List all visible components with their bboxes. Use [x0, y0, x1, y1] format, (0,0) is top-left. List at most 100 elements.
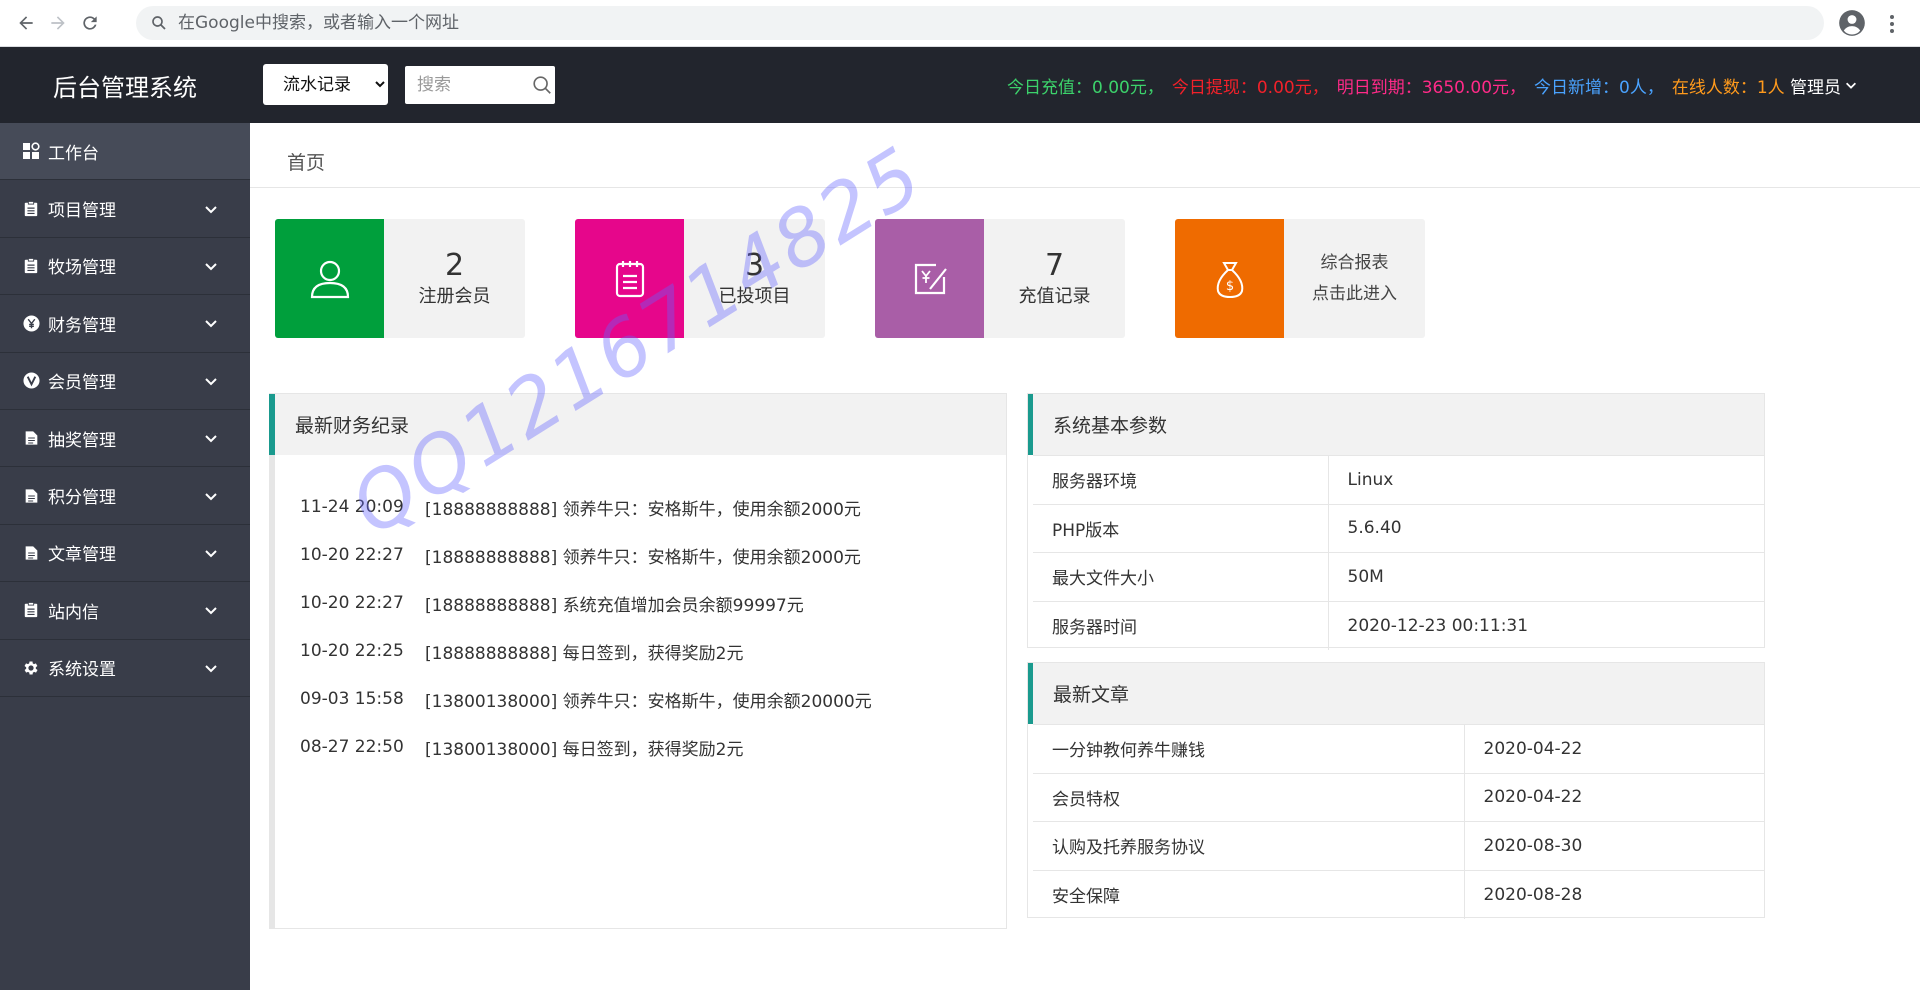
- card-icon-box: $: [1175, 219, 1284, 338]
- back-button[interactable]: [11, 8, 41, 38]
- record-text: [18888888888] 领养牛只：安格斯牛，使用余额2000元: [425, 499, 861, 520]
- article-title[interactable]: 认购及托养服务协议: [1033, 821, 1464, 870]
- article-title[interactable]: 一分钟教何养牛赚钱: [1033, 724, 1464, 773]
- record-date: 09-03 15:58: [300, 689, 404, 709]
- card-icon-box: [875, 219, 984, 338]
- card-title: 综合报表: [1320, 252, 1389, 273]
- table-row: 最大文件大小 50M: [1033, 552, 1764, 601]
- sidebar-item-label: 会员管理: [48, 373, 116, 394]
- search-icon: [152, 16, 166, 30]
- sidebar-item-articles[interactable]: 文章管理: [0, 525, 250, 583]
- chevron-down-icon: [1846, 82, 1856, 89]
- chevron-down-icon: [205, 550, 217, 558]
- chevron-down-icon: [205, 263, 217, 271]
- panel-title: 最新财务纪录: [269, 394, 1006, 455]
- card-registered-members[interactable]: 2 注册会员: [275, 219, 525, 338]
- record-text: [13800138000] 每日签到，获得奖励2元: [425, 739, 744, 760]
- clipboard-icon: [22, 257, 40, 275]
- system-params-table: 服务器环境 Linux PHP版本 5.6.40 最大文件大小 50M 服务器时间 20…: [1033, 455, 1764, 650]
- breadcrumb-home[interactable]: 首页: [287, 148, 325, 175]
- sidebar-item-finance[interactable]: 财务管理: [0, 295, 250, 353]
- recharge-icon: [914, 263, 947, 294]
- chevron-down-icon: [205, 378, 217, 386]
- record-type-select[interactable]: 流水记录: [263, 64, 388, 105]
- table-row[interactable]: 认购及托养服务协议 2020-08-30: [1033, 821, 1764, 870]
- table-row: 服务器环境 Linux: [1033, 455, 1764, 504]
- panel-title: 最新文章: [1028, 663, 1764, 724]
- article-title[interactable]: 安全保障: [1033, 869, 1464, 919]
- record-date: 10-20 22:27: [300, 593, 404, 613]
- document-icon: [22, 487, 40, 505]
- article-title[interactable]: 会员特权: [1033, 772, 1464, 822]
- sidebar-item-label: 项目管理: [48, 201, 116, 222]
- address-bar[interactable]: [136, 6, 1824, 40]
- table-row[interactable]: 一分钟教何养牛赚钱 2020-04-22: [1033, 724, 1764, 773]
- sidebar-item-points[interactable]: 积分管理: [0, 467, 250, 525]
- article-date: 2020-04-22: [1463, 724, 1764, 773]
- search-icon[interactable]: [531, 74, 553, 96]
- sidebar-item-dashboard[interactable]: 工作台: [0, 123, 250, 181]
- card-number: 3: [744, 247, 765, 283]
- stat-online: 在线人数：1人: [1671, 77, 1785, 98]
- sidebar-item-settings[interactable]: 系统设置: [0, 640, 250, 697]
- card-label: 充值记录: [1018, 285, 1091, 307]
- chevron-down-icon: [205, 607, 217, 615]
- admin-label: 管理员: [1790, 77, 1841, 98]
- record-text: [18888888888] 系统充值增加会员余额99997元: [425, 595, 804, 616]
- list-item: 11-24 20:09 [18888888888] 领养牛只：安格斯牛，使用余额2…: [300, 483, 1006, 531]
- clipboard-icon: [22, 601, 40, 619]
- record-date: 11-24 20:09: [300, 497, 404, 517]
- dashboard-icon: [22, 142, 40, 160]
- document-icon: [22, 429, 40, 447]
- system-params-panel: 系统基本参数 服务器环境 Linux PHP版本 5.6.40 最大文件大小 50M …: [1027, 393, 1765, 650]
- browser-toolbar: [0, 0, 1920, 47]
- card-recharge-records[interactable]: 7 充值记录: [875, 219, 1125, 338]
- record-text: [18888888888] 领养牛只：安格斯牛，使用余额2000元: [425, 547, 861, 568]
- notepad-icon: [615, 260, 644, 297]
- app-header: 后台管理系统 流水记录 今日充值：0.00元， 今日提现：0.00元， 明日到期…: [0, 47, 1920, 123]
- article-date: 2020-08-30: [1463, 821, 1764, 870]
- article-date: 2020-04-22: [1463, 772, 1764, 822]
- forward-button[interactable]: [43, 8, 73, 38]
- sidebar-item-label: 财务管理: [48, 315, 116, 336]
- table-row[interactable]: 安全保障 2020-08-28: [1033, 869, 1764, 919]
- table-row[interactable]: 会员特权 2020-04-22: [1033, 772, 1764, 822]
- list-item: 09-03 15:58 [13800138000] 领养牛只：安格斯牛，使用余额2…: [300, 675, 1006, 723]
- finance-records-panel: 最新财务纪录 11-24 20:09 [18888888888] 领养牛只：安格斯…: [269, 393, 1007, 929]
- sidebar-item-projects[interactable]: 项目管理: [0, 180, 250, 238]
- param-value: 5.6.40: [1327, 503, 1764, 553]
- more-options-icon[interactable]: [1882, 12, 1902, 36]
- admin-menu[interactable]: 管理员: [1790, 47, 1858, 123]
- search-input[interactable]: [417, 75, 527, 95]
- vip-icon: [22, 372, 40, 390]
- address-input[interactable]: [178, 13, 1678, 33]
- document-icon: [22, 544, 40, 562]
- list-item: 08-27 22:50 [13800138000] 每日签到，获得奖励2元: [300, 723, 1006, 771]
- sidebar-item-messages[interactable]: 站内信: [0, 582, 250, 640]
- record-text: [13800138000] 领养牛只：安格斯牛，使用余额20000元: [425, 691, 872, 712]
- latest-articles-panel: 最新文章 一分钟教何养牛赚钱 2020-04-22 会员特权 2020-04-22 …: [1027, 662, 1765, 919]
- record-date: 10-20 22:27: [300, 545, 404, 565]
- profile-icon[interactable]: [1838, 9, 1866, 37]
- card-report[interactable]: $ 综合报表 点击此进入: [1175, 219, 1425, 338]
- param-value: 2020-12-23 00:11:31: [1327, 600, 1764, 650]
- reload-button[interactable]: [75, 8, 105, 38]
- sidebar-item-members[interactable]: 会员管理: [0, 353, 250, 410]
- stat-new-members: 今日新增：0人，: [1534, 77, 1664, 98]
- card-number: 7: [1044, 247, 1065, 283]
- record-date: 08-27 22:50: [300, 737, 404, 757]
- card-invested-projects[interactable]: 3 已投项目: [575, 219, 825, 338]
- money-bag-icon: $: [1216, 261, 1243, 298]
- table-row: 服务器时间 2020-12-23 00:11:31: [1033, 600, 1764, 650]
- sidebar-item-label: 工作台: [48, 143, 99, 164]
- card-icon-box: [275, 219, 384, 338]
- param-key: PHP版本: [1033, 503, 1328, 553]
- user-icon: [310, 260, 349, 298]
- list-item: 10-20 22:27 [18888888888] 领养牛只：安格斯牛，使用余额2…: [300, 531, 1006, 579]
- sidebar-item-label: 文章管理: [48, 545, 116, 566]
- sidebar-item-ranch[interactable]: 牧场管理: [0, 238, 250, 296]
- param-key: 服务器时间: [1033, 600, 1328, 650]
- sidebar-item-lottery[interactable]: 抽奖管理: [0, 410, 250, 468]
- card-text: 7 充值记录: [984, 219, 1125, 338]
- card-enter-link[interactable]: 点击此进入: [1312, 279, 1397, 310]
